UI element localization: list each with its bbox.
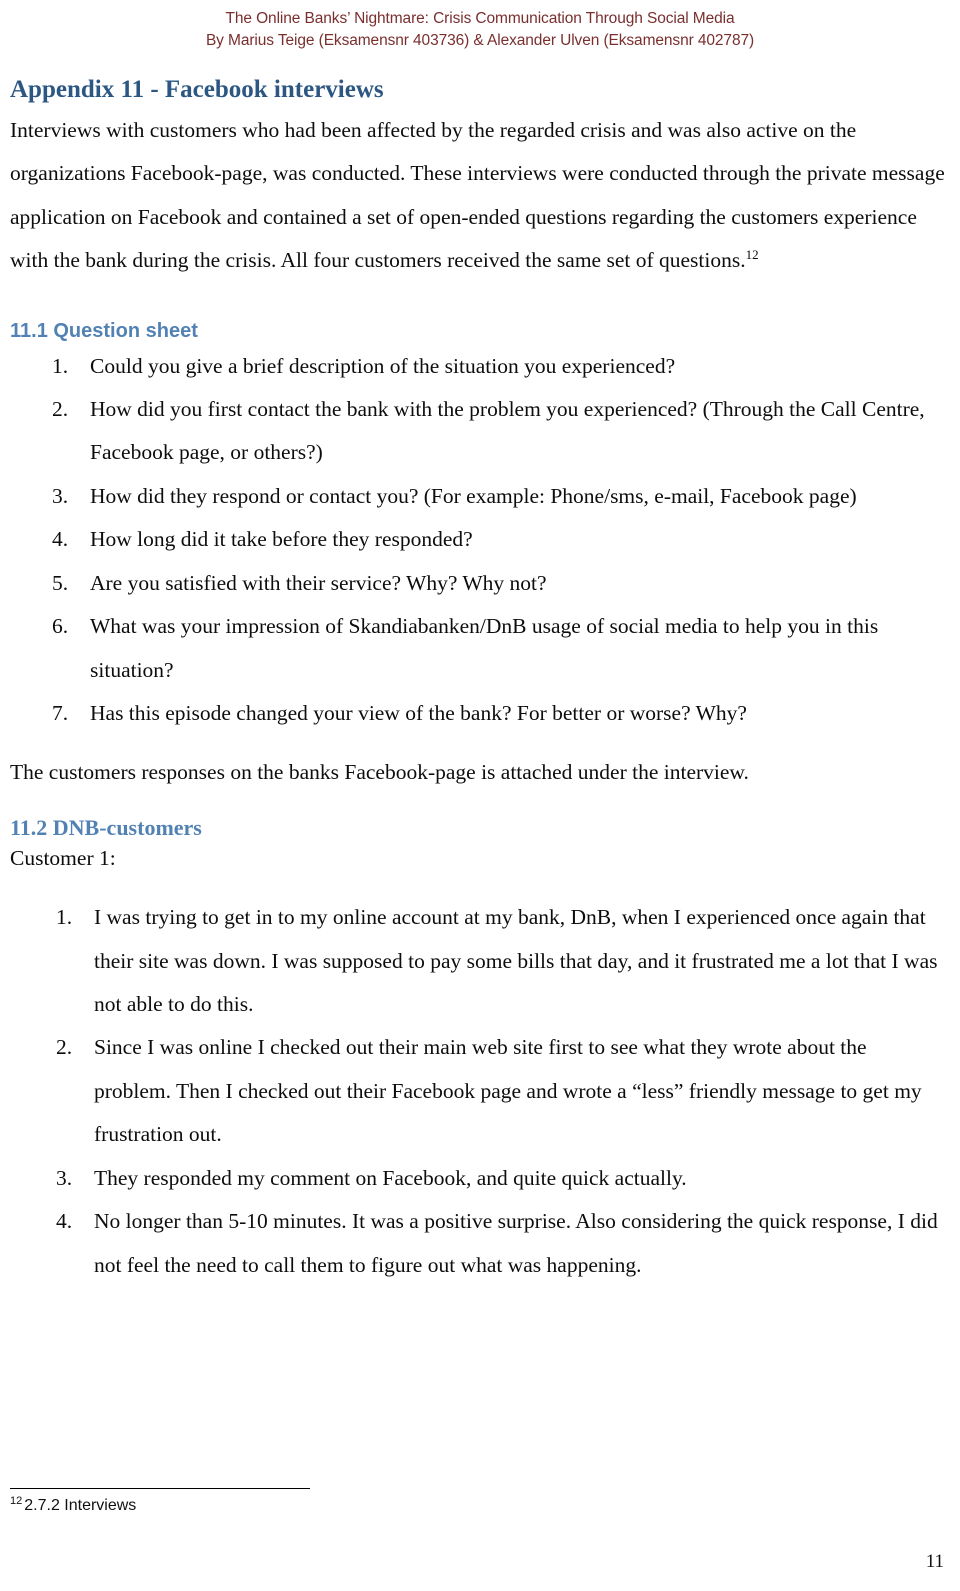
section-heading-dnb-customers: 11.2 DNB-customers — [10, 814, 202, 840]
footnote-number: 12 — [10, 1494, 23, 1507]
question-sheet-closing-note: The customers responses on the banks Fac… — [10, 760, 749, 785]
appendix-title: Appendix 11 - Facebook interviews — [10, 75, 384, 103]
list-item: How did you first contact the bank with … — [52, 388, 925, 465]
list-item: What was your impression of Skandiabanke… — [52, 605, 879, 682]
running-header: The Online Banks’ Nightmare: Crisis Comm… — [0, 0, 960, 53]
document-page: The Online Banks’ Nightmare: Crisis Comm… — [0, 0, 960, 1591]
list-item: No longer than 5-10 minutes. It was a po… — [56, 1200, 938, 1277]
list-item: Could you give a brief description of th… — [52, 345, 676, 389]
running-header-line-2: By Marius Teige (Eksamensnr 403736) & Al… — [205, 32, 755, 50]
appendix-intro-paragraph: Interviews with customers who had been a… — [10, 109, 946, 283]
footnote-reference-marker: 12 — [745, 247, 759, 263]
list-item: Has this episode changed your view of th… — [52, 692, 747, 736]
section-heading-question-sheet: 11.1 Question sheet — [10, 319, 198, 342]
list-item: How did they respond or contact you? (Fo… — [52, 475, 857, 519]
appendix-intro-text: Interviews with customers who had been a… — [10, 117, 945, 273]
running-header-line-1: The Online Banks’ Nightmare: Crisis Comm… — [225, 10, 735, 27]
footnote-area: 12 2.7.2 Interviews — [10, 1488, 710, 1517]
list-item: I was trying to get in to my online acco… — [56, 896, 938, 1016]
footnote-entry: 12 2.7.2 Interviews — [10, 1494, 710, 1517]
question-sheet-list: Could you give a brief description of th… — [10, 345, 946, 736]
page-number: 11 — [925, 1551, 944, 1572]
customer-answers-list: I was trying to get in to my online acco… — [10, 896, 946, 1287]
list-item: How long did it take before they respond… — [52, 518, 473, 562]
list-item: Are you satisfied with their service? Wh… — [52, 562, 547, 606]
list-item: They responded my comment on Facebook, a… — [56, 1157, 687, 1201]
list-item: Since I was online I checked out their m… — [56, 1026, 922, 1147]
customer-label: Customer 1: — [10, 845, 116, 870]
footnote-label: 2.7.2 Interviews — [24, 1497, 137, 1515]
document-body: Appendix 11 - Facebook interviews Interv… — [0, 75, 960, 1287]
footnote-separator-rule — [10, 1488, 310, 1490]
